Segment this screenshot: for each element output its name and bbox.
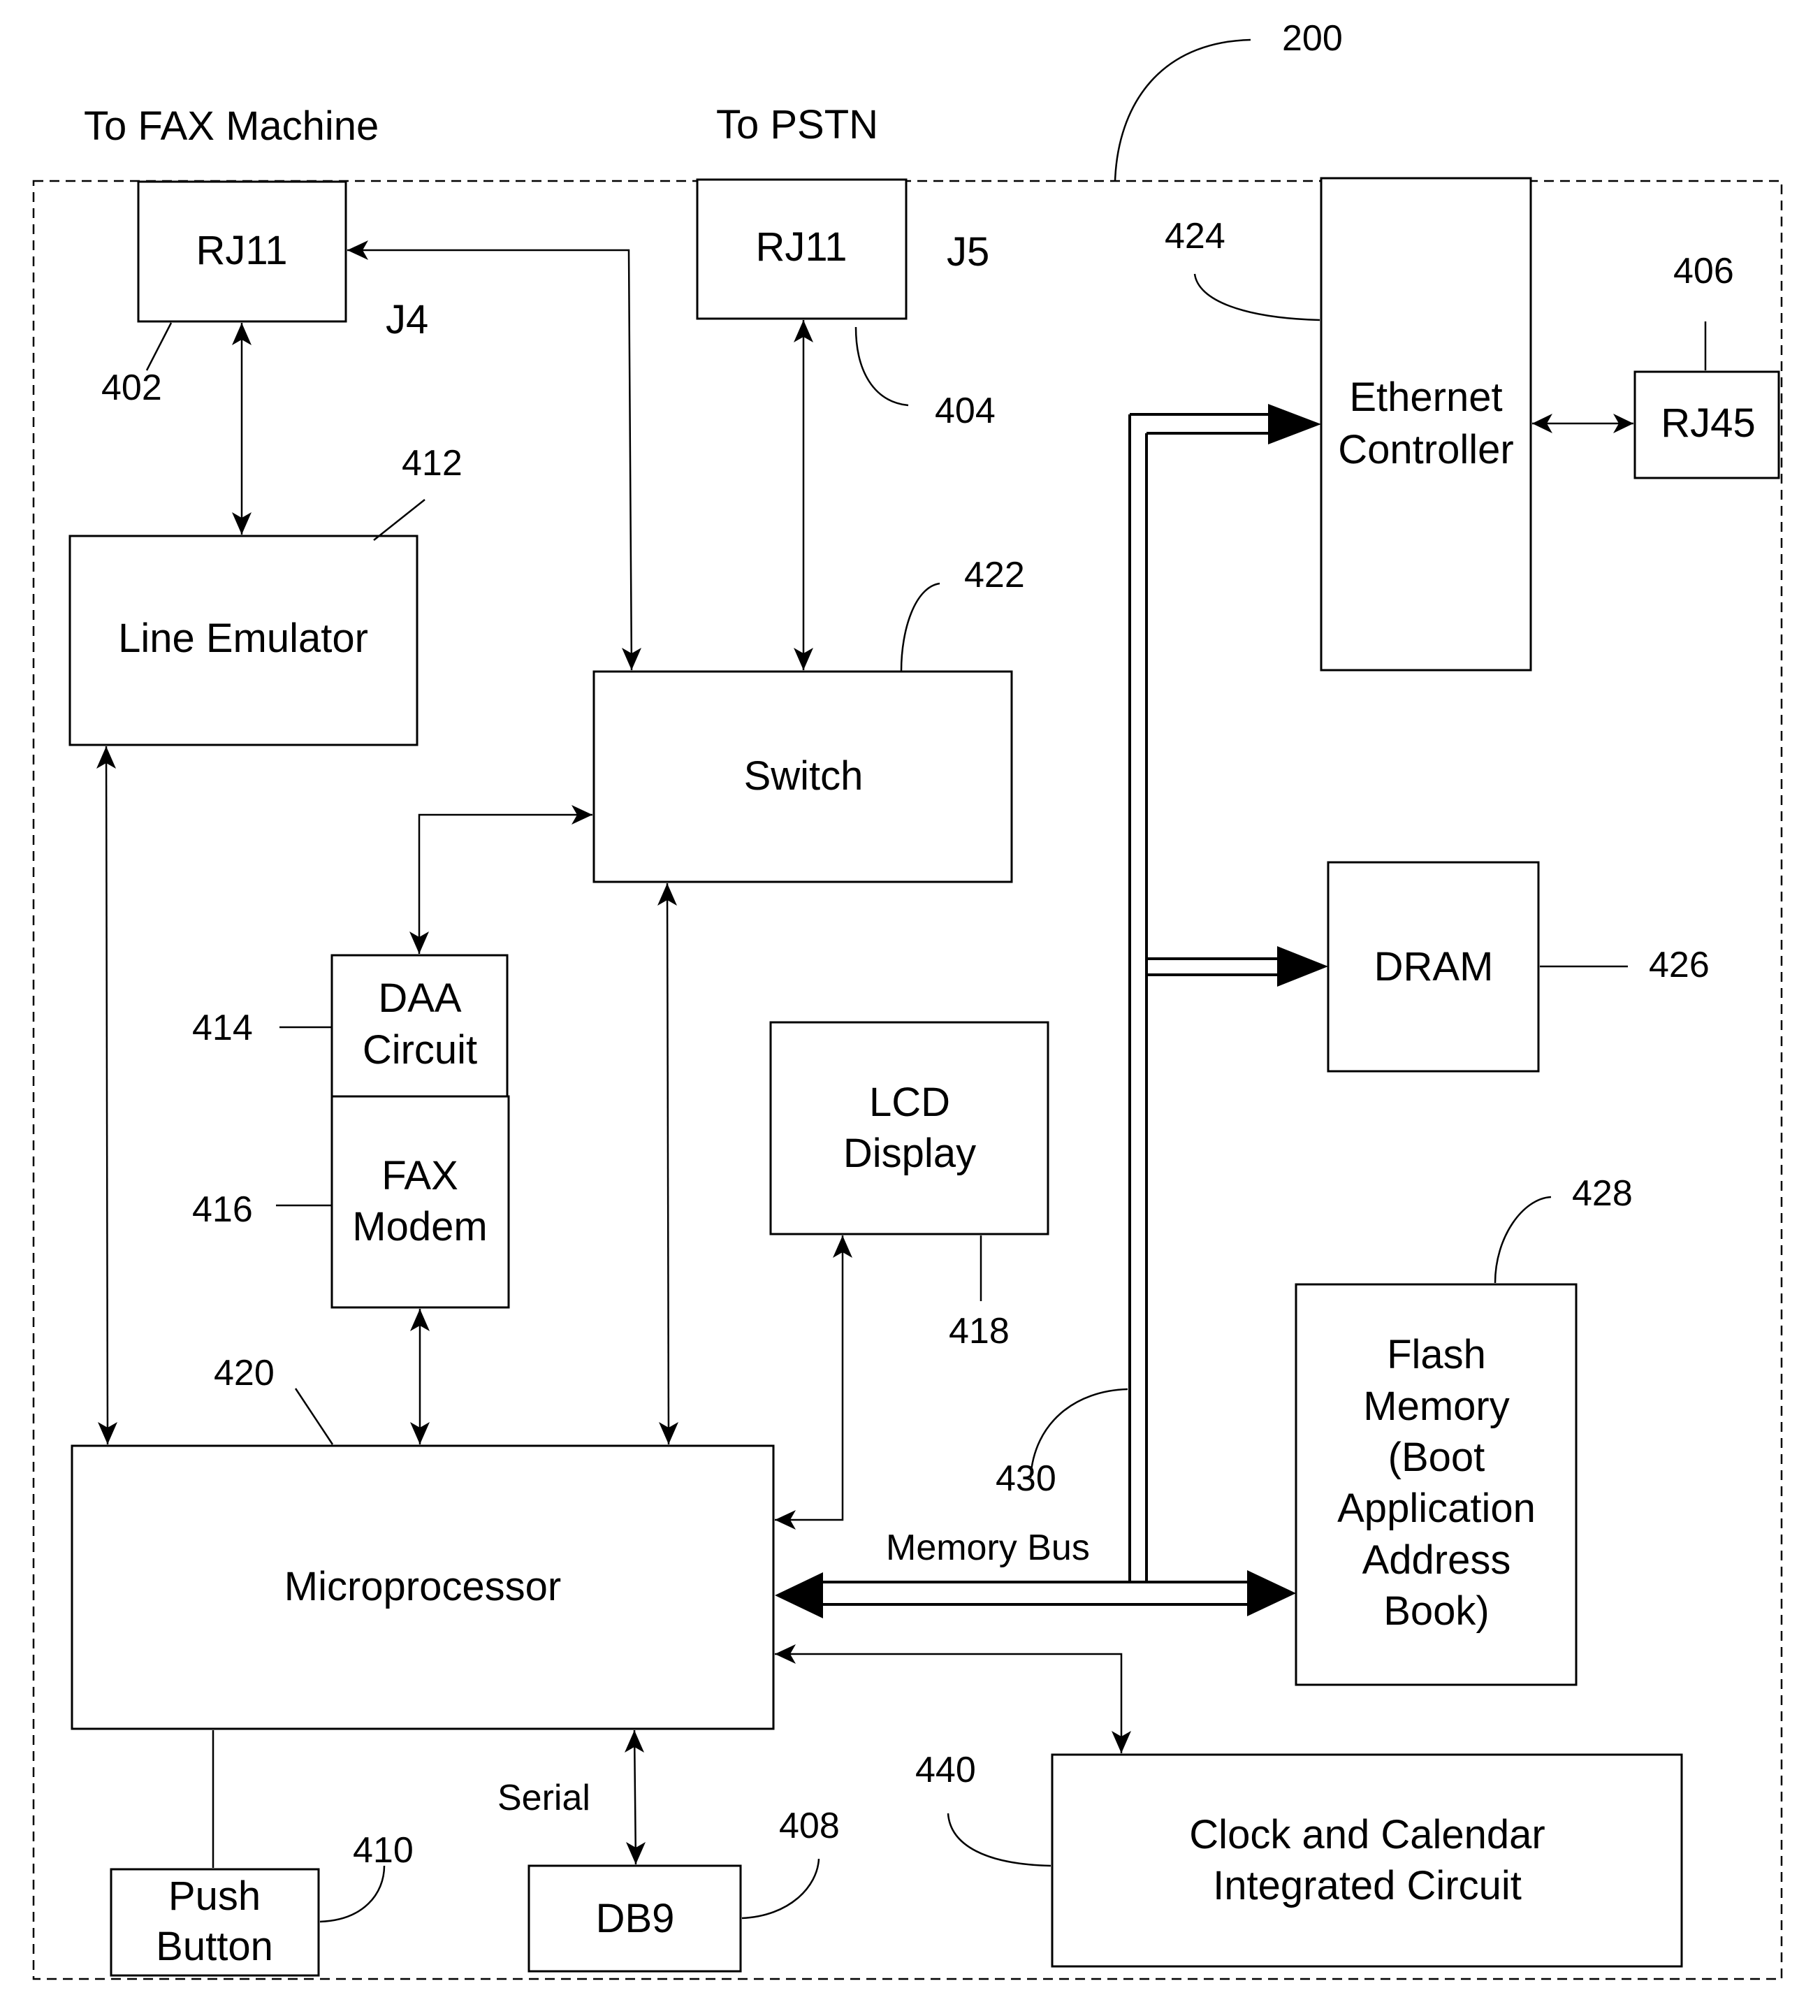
ref-412: 412 xyxy=(402,443,463,484)
rj45-block: RJ45 xyxy=(1633,370,1780,479)
rj11-fax-block: RJ11 xyxy=(137,180,347,323)
ref-424: 424 xyxy=(1165,216,1225,256)
switch-label: Switch xyxy=(744,753,864,799)
leader-200 xyxy=(1114,38,1251,182)
leader-424 xyxy=(1193,273,1320,321)
rj11-fax-label: RJ11 xyxy=(196,228,287,273)
microprocessor-block: Microprocessor xyxy=(71,1444,775,1730)
ref-402: 402 xyxy=(101,368,162,408)
ref-404: 404 xyxy=(935,391,996,431)
ref-414: 414 xyxy=(192,1008,253,1048)
bus-arrowhead-icon xyxy=(1247,1570,1296,1616)
bus-arrowhead-icon xyxy=(1268,404,1321,444)
flash-line-2: Memory xyxy=(1363,1384,1509,1429)
link-lcd-microprocessor xyxy=(775,1235,844,1521)
link-line-emulator-microprocessor xyxy=(105,746,109,1445)
daa-line-2: Circuit xyxy=(363,1027,477,1073)
lcd-line-2: Display xyxy=(843,1131,976,1176)
ethernet-line-2: Controller xyxy=(1338,427,1513,472)
push-button-line-2: Button xyxy=(156,1924,273,1969)
bus-arrowhead-icon xyxy=(775,1572,823,1618)
leader-410 xyxy=(319,1865,386,1923)
link-daa-switch xyxy=(418,813,592,954)
flash-memory-block: Flash Memory (Boot Application Address B… xyxy=(1295,1283,1578,1686)
flash-line-3: (Boot xyxy=(1388,1435,1485,1480)
ref-422: 422 xyxy=(964,555,1025,595)
ref-428: 428 xyxy=(1572,1173,1633,1214)
ref-416: 416 xyxy=(192,1189,253,1230)
push-button-block: Push Button xyxy=(110,1868,320,1977)
rj11-pstn-label: RJ11 xyxy=(755,224,847,270)
ref-430: 430 xyxy=(996,1458,1056,1499)
link-microprocessor-clock xyxy=(775,1653,1123,1753)
ethernet-line-1: Ethernet xyxy=(1349,375,1502,420)
serial-label: Serial xyxy=(497,1778,590,1818)
leader-428 xyxy=(1494,1196,1552,1284)
leader-440 xyxy=(947,1813,1051,1867)
clock-calendar-block: Clock and Calendar Integrated Circuit xyxy=(1051,1753,1683,1968)
label-to-pstn: To PSTN xyxy=(716,102,878,147)
leader-402 xyxy=(145,322,173,371)
line-emulator-block: Line Emulator xyxy=(68,535,418,746)
label-to-fax-machine: To FAX Machine xyxy=(84,103,379,149)
memory-bus xyxy=(775,404,1328,1618)
connector-j5: J5 xyxy=(947,229,989,275)
flash-line-4: Application xyxy=(1337,1486,1536,1531)
ref-418: 418 xyxy=(949,1311,1010,1351)
leader-420 xyxy=(294,1388,334,1445)
ref-410: 410 xyxy=(353,1830,414,1871)
lcd-display-block: LCD Display xyxy=(769,1021,1049,1235)
daa-line-1: DAA xyxy=(378,976,462,1021)
switch-block: Switch xyxy=(592,670,1013,883)
ref-426: 426 xyxy=(1649,945,1710,985)
push-button-line-1: Push xyxy=(168,1873,261,1919)
ref-420: 420 xyxy=(214,1353,275,1393)
fax-modem-line-1: FAX xyxy=(381,1153,458,1198)
dram-block: DRAM xyxy=(1327,861,1540,1073)
ref-408: 408 xyxy=(779,1806,840,1846)
flash-line-6: Book) xyxy=(1383,1588,1490,1634)
daa-circuit-block: DAA Circuit xyxy=(330,954,509,1098)
clock-line-2: Integrated Circuit xyxy=(1213,1863,1522,1908)
dram-label: DRAM xyxy=(1374,944,1494,989)
fax-modem-block: FAX Modem xyxy=(330,1095,510,1309)
block-diagram: 200 To FAX Machine To PSTN RJ11 J4 402 R… xyxy=(32,18,1783,1980)
leader-422 xyxy=(900,582,940,672)
microprocessor-label: Microprocessor xyxy=(284,1564,561,1609)
memory-bus-label: Memory Bus xyxy=(886,1528,1090,1568)
ref-200: 200 xyxy=(1282,18,1343,59)
ethernet-controller-block: Ethernet Controller xyxy=(1320,177,1532,672)
ref-406: 406 xyxy=(1673,251,1734,291)
leader-404 xyxy=(854,326,909,407)
flash-line-5: Address xyxy=(1362,1537,1511,1583)
clock-line-1: Clock and Calendar xyxy=(1189,1812,1545,1857)
db9-block: DB9 xyxy=(527,1864,742,1973)
link-microprocessor-db9 xyxy=(633,1729,637,1865)
lcd-line-1: LCD xyxy=(869,1080,950,1125)
rj11-pstn-block: RJ11 xyxy=(696,178,908,320)
rj45-label: RJ45 xyxy=(1661,400,1755,446)
connector-j4: J4 xyxy=(386,297,428,342)
db9-label: DB9 xyxy=(596,1896,675,1941)
fax-modem-line-2: Modem xyxy=(352,1204,487,1249)
flash-line-1: Flash xyxy=(1387,1332,1486,1377)
leader-408 xyxy=(741,1858,820,1920)
leader-412 xyxy=(373,499,425,541)
line-emulator-label: Line Emulator xyxy=(118,616,368,661)
link-switch-microprocessor xyxy=(666,883,670,1445)
ref-440: 440 xyxy=(915,1750,976,1790)
bus-arrowhead-icon xyxy=(1277,946,1328,987)
